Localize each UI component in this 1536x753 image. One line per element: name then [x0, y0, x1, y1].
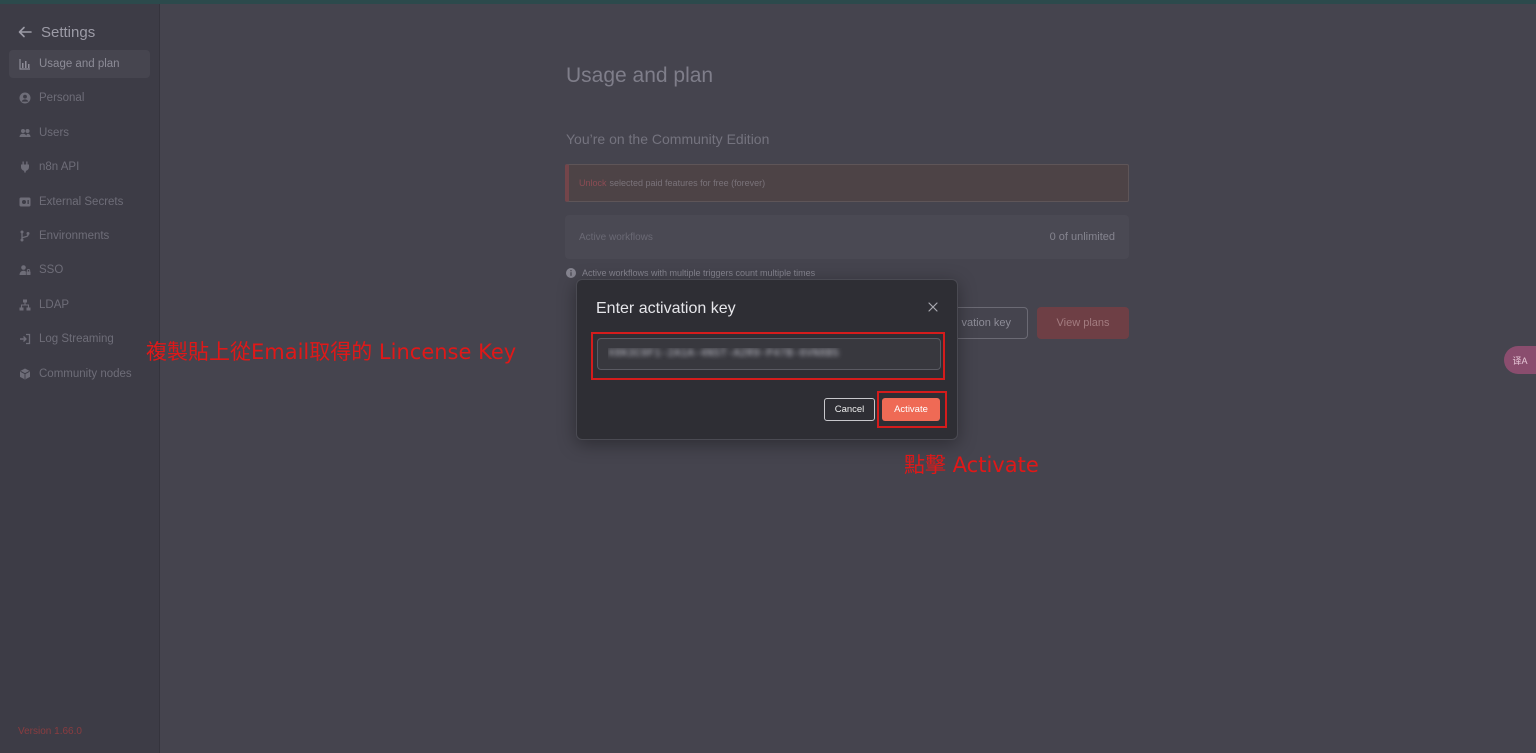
annotation-box-activate	[877, 391, 947, 428]
edition-heading: You’re on the Community Edition	[566, 131, 770, 147]
unlock-link[interactable]: Unlock	[579, 178, 607, 188]
info-icon	[566, 268, 576, 278]
users-icon	[19, 127, 31, 139]
sidebar-item-label: SSO	[39, 264, 64, 277]
plug-icon	[19, 161, 31, 173]
active-workflows-card: Active workflows 0 of unlimited	[565, 215, 1129, 259]
sidebar-item-label: Community nodes	[39, 367, 132, 380]
sidebar-item-sso[interactable]: SSO	[9, 256, 150, 284]
sidebar-item-external-secrets[interactable]: External Secrets	[9, 188, 150, 216]
unlock-banner-text: selected paid features for free (forever…	[609, 178, 766, 188]
sidebar-item-n8n-api[interactable]: n8n API	[9, 153, 150, 181]
network-icon	[19, 299, 31, 311]
sidebar-item-label: n8n API	[39, 161, 80, 174]
sidebar-item-users[interactable]: Users	[9, 119, 150, 147]
sidebar-item-community-nodes[interactable]: Community nodes	[9, 360, 150, 388]
view-plans-button[interactable]: View plans	[1037, 307, 1129, 339]
vault-icon	[19, 196, 31, 208]
bar-chart-icon	[19, 58, 31, 70]
sidebar-item-label: LDAP	[39, 298, 70, 311]
cube-icon	[19, 368, 31, 380]
active-workflows-value: 0 of unlimited	[1049, 231, 1115, 243]
settings-sidebar: Settings Usage and plan Personal Users n…	[0, 4, 160, 753]
workflows-info-note: Active workflows with multiple triggers …	[566, 268, 815, 278]
sidebar-item-ldap[interactable]: LDAP	[9, 291, 150, 319]
sidebar-item-label: External Secrets	[39, 195, 124, 208]
annotation-paste-key: 複製貼上從Email取得的 Lincense Key	[146, 340, 517, 364]
user-circle-icon	[19, 92, 31, 104]
sidebar-item-label: Personal	[39, 92, 85, 105]
sidebar-item-label: Users	[39, 126, 70, 139]
branch-icon	[19, 230, 31, 242]
close-icon[interactable]	[925, 299, 941, 315]
unlock-banner: Unlock selected paid features for free (…	[565, 164, 1129, 202]
info-note-text: Active workflows with multiple triggers …	[582, 268, 816, 278]
sidebar-item-log-streaming[interactable]: Log Streaming	[9, 325, 150, 353]
sidebar-nav: Usage and plan Personal Users n8n API Ex…	[9, 50, 150, 394]
active-workflows-label: Active workflows	[579, 231, 653, 243]
sidebar-item-environments[interactable]: Environments	[9, 222, 150, 250]
sign-in-icon	[19, 333, 31, 345]
annotation-box-key-input	[591, 332, 945, 380]
arrow-left-icon	[18, 26, 32, 38]
sidebar-title: Settings	[41, 23, 96, 41]
sidebar-item-label: Usage and plan	[39, 58, 120, 70]
sidebar-item-usage-and-plan[interactable]: Usage and plan	[9, 50, 150, 78]
annotation-click-activate: 點擊 Activate	[904, 453, 1039, 477]
sidebar-item-personal[interactable]: Personal	[9, 84, 150, 112]
back-to-settings[interactable]: Settings	[17, 20, 95, 44]
sidebar-item-label: Environments	[39, 229, 110, 242]
page-title: Usage and plan	[566, 64, 714, 87]
dialog-title: Enter activation key	[596, 300, 736, 317]
sidebar-item-label: Log Streaming	[39, 333, 114, 346]
translate-extension-button[interactable]: 译A	[1504, 346, 1536, 374]
user-lock-icon	[19, 264, 31, 276]
version-label: Version 1.66.0	[18, 726, 82, 737]
cancel-button[interactable]: Cancel	[824, 398, 875, 421]
